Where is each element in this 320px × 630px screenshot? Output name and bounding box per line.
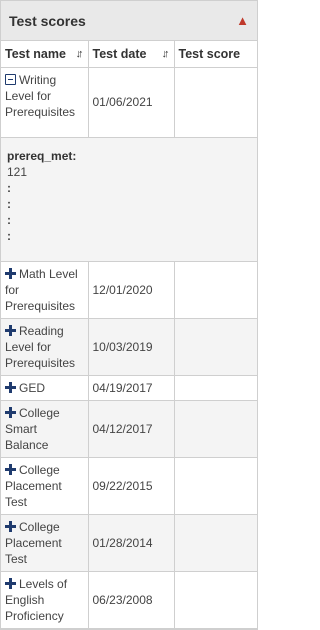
test-date-cell: 09/22/2015 [88, 457, 175, 515]
column-label: Test name [5, 46, 66, 61]
test-score-cell [174, 261, 257, 319]
test-name-cell: College Placement Test [1, 457, 89, 515]
test-date-cell: 01/28/2014 [88, 514, 175, 572]
test-date-cell: 06/23/2008 [88, 571, 175, 629]
test-date-cell: 01/06/2021 [88, 67, 175, 138]
column-header-test-name[interactable]: Test name ↓↑ [1, 41, 89, 68]
test-date-cell: 04/12/2017 [88, 400, 175, 458]
test-date-cell: 04/19/2017 [88, 375, 175, 401]
expand-row-icon[interactable] [5, 463, 16, 475]
column-label: Test score [178, 46, 241, 61]
column-header-test-score: Test score [174, 41, 257, 68]
test-score-cell [174, 571, 257, 629]
panel-title: Test scores [9, 12, 86, 29]
test-name-cell: Math Level for Prerequisites [1, 261, 89, 319]
test-score-cell [174, 318, 257, 376]
table-row[interactable]: College Placement Test 09/22/2015 [1, 457, 257, 515]
row-detail: prereq_met: 121 : : : : [1, 137, 257, 262]
detail-value: 121 [7, 164, 28, 179]
panel-header[interactable]: Test scores ▲ [1, 1, 257, 41]
table-row[interactable]: Math Level for Prerequisites 12/01/2020 [1, 261, 257, 319]
test-name: GED [19, 380, 46, 395]
expand-row-icon[interactable] [5, 406, 16, 418]
column-header-test-date[interactable]: Test date ↓↑ [88, 41, 175, 68]
table-row[interactable]: Writing Level for Prerequisites 01/06/20… [1, 67, 257, 138]
table-row[interactable]: College Smart Balance 04/12/2017 [1, 400, 257, 458]
detail-cell: prereq_met: 121 : : : : [1, 137, 257, 262]
test-date-cell: 10/03/2019 [88, 318, 175, 376]
expand-row-icon[interactable] [5, 381, 16, 393]
detail-separator: : [7, 196, 11, 211]
test-score-cell [174, 457, 257, 515]
sort-icon[interactable]: ↓↑ [76, 48, 84, 60]
expand-row-icon[interactable] [5, 577, 16, 589]
collapse-row-icon[interactable] [5, 73, 16, 85]
detail-separator: : [7, 212, 11, 227]
test-score-cell [174, 375, 257, 401]
expand-row-icon[interactable] [5, 324, 16, 336]
test-score-cell [174, 400, 257, 458]
test-scores-panel: Test scores ▲ Test name ↓↑ Test date ↓↑ [0, 0, 258, 630]
test-name-cell: College Smart Balance [1, 400, 89, 458]
table-row[interactable]: College Placement Test 01/28/2014 [1, 514, 257, 572]
expand-row-icon[interactable] [5, 267, 16, 279]
detail-separator: : [7, 228, 11, 243]
column-label: Test date [92, 46, 147, 61]
expand-row-icon[interactable] [5, 520, 16, 532]
table-row[interactable]: GED 04/19/2017 [1, 375, 257, 401]
table-row[interactable]: Levels of English Proficiency 06/23/2008 [1, 571, 257, 629]
test-name-cell: Reading Level for Prerequisites [1, 318, 89, 376]
test-name-cell: Writing Level for Prerequisites [1, 67, 89, 138]
test-date-cell: 12/01/2020 [88, 261, 175, 319]
chevron-up-icon[interactable]: ▲ [236, 14, 249, 27]
test-score-cell [174, 514, 257, 572]
test-name-cell: Levels of English Proficiency [1, 571, 89, 629]
detail-label: prereq_met: [7, 148, 77, 163]
test-name-cell: GED [1, 375, 89, 401]
test-name-cell: College Placement Test [1, 514, 89, 572]
table-row[interactable]: Reading Level for Prerequisites 10/03/20… [1, 318, 257, 376]
detail-separator: : [7, 180, 11, 195]
test-scores-table: Test name ↓↑ Test date ↓↑ Test score Wri… [1, 41, 257, 629]
sort-icon[interactable]: ↓↑ [162, 48, 170, 60]
test-score-cell [174, 67, 257, 138]
